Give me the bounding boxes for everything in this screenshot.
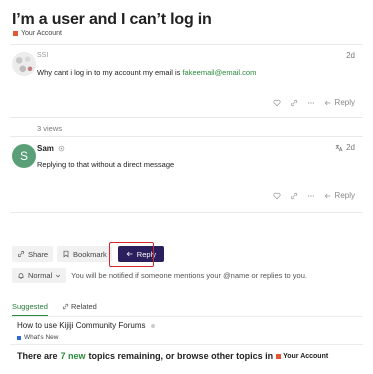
- avatar[interactable]: [12, 52, 36, 76]
- divider: [10, 117, 363, 118]
- notification-level-dropdown[interactable]: Normal: [12, 268, 67, 283]
- bookmark-icon: [63, 250, 69, 258]
- divider: [10, 344, 363, 345]
- post-body: Why cant i log in to my account my email…: [37, 68, 256, 77]
- heart-icon[interactable]: [273, 192, 281, 200]
- link-icon[interactable]: [290, 99, 298, 107]
- post-1: SSI 2d Why cant i log in to my account m…: [10, 50, 363, 112]
- reply-label: Reply: [334, 191, 355, 200]
- bell-icon: [18, 272, 24, 279]
- suggested-tabs: Suggested Related: [12, 302, 97, 317]
- suggested-topic-title: How to use Kijiji Community Forums: [17, 321, 146, 330]
- post-date[interactable]: 2d: [335, 143, 355, 152]
- suggested-topic-category[interactable]: What's New: [17, 334, 58, 341]
- chevron-down-icon: [56, 274, 61, 277]
- remaining-topics-message: There are 7 new topics remaining, or bro…: [17, 351, 329, 361]
- reply-highlight-box: [109, 242, 154, 267]
- more-icon[interactable]: [307, 192, 315, 200]
- email-link[interactable]: fakeemail@email.com: [182, 68, 256, 77]
- translate-icon[interactable]: [335, 144, 343, 152]
- category-swatch: [13, 31, 18, 36]
- reply-label: Reply: [334, 98, 355, 107]
- link-icon: [17, 250, 25, 258]
- bookmark-button[interactable]: Bookmark: [57, 246, 112, 262]
- divider: [10, 44, 363, 45]
- post-text: Why cant i log in to my account my email…: [37, 68, 183, 77]
- divider: [10, 212, 363, 213]
- post-username[interactable]: Sam: [37, 144, 65, 153]
- link-icon: [62, 303, 69, 310]
- divider: [10, 316, 363, 317]
- moderator-shield-icon: [58, 145, 65, 152]
- notification-text: You will be notified if someone mentions…: [71, 271, 307, 280]
- reply-icon: [324, 193, 330, 198]
- category-swatch: [276, 353, 282, 359]
- post-username[interactable]: SSI: [37, 52, 48, 59]
- notification-row: Normal You will be notified if someone m…: [12, 268, 307, 283]
- status-dot-icon: [151, 323, 156, 328]
- divider: [10, 136, 363, 137]
- notification-level: Normal: [28, 271, 53, 280]
- post-actions: Reply: [273, 98, 355, 107]
- tab-suggested[interactable]: Suggested: [12, 302, 48, 317]
- post-body: Replying to that without a direct messag…: [37, 160, 175, 169]
- topic-category[interactable]: Your Account: [13, 30, 62, 37]
- suggested-topic-link[interactable]: How to use Kijiji Community Forums: [17, 321, 156, 330]
- views-count: 3 views: [37, 124, 63, 133]
- remaining-category-link[interactable]: Your Account: [276, 353, 328, 360]
- topic-title: I’m a user and I can’t log in: [12, 11, 212, 28]
- share-button[interactable]: Share: [12, 246, 54, 262]
- category-label: Your Account: [21, 30, 62, 37]
- new-topics-link[interactable]: 7 new: [61, 351, 86, 361]
- post-reply-button[interactable]: Reply: [324, 98, 355, 107]
- reply-icon: [324, 100, 330, 105]
- post-actions: Reply: [273, 191, 355, 200]
- category-label: What's New: [24, 334, 59, 341]
- avatar[interactable]: S: [12, 144, 36, 168]
- link-icon[interactable]: [290, 192, 298, 200]
- bookmark-label: Bookmark: [73, 249, 107, 259]
- post-date[interactable]: 2d: [346, 51, 355, 60]
- post-reply-button[interactable]: Reply: [324, 191, 355, 200]
- share-label: Share: [28, 249, 49, 259]
- more-icon[interactable]: [307, 99, 315, 107]
- heart-icon[interactable]: [273, 99, 281, 107]
- category-swatch: [17, 335, 21, 340]
- tab-related[interactable]: Related: [62, 302, 97, 317]
- post-2: S Sam 2d Replying to that without a dire…: [10, 142, 363, 208]
